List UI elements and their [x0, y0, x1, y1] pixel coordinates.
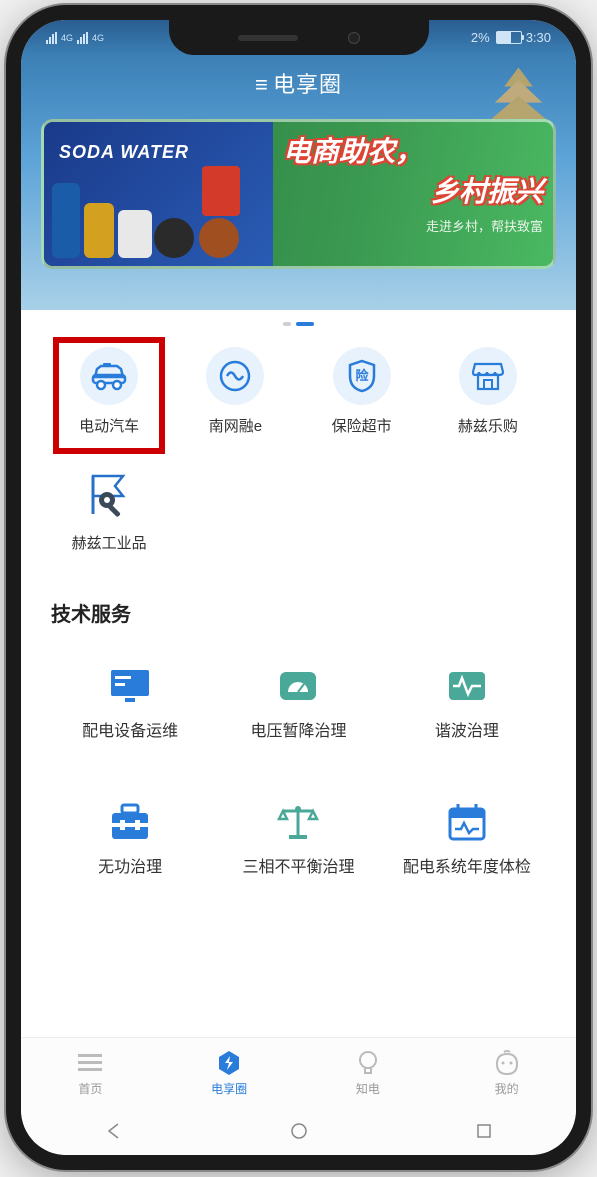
tab-label: 知电 [356, 1080, 380, 1097]
banner-pagination [21, 310, 576, 332]
bulb-icon [354, 1049, 382, 1077]
tab-label: 我的 [495, 1080, 519, 1097]
quick-icons-row-2: 赫兹工业品 [51, 466, 546, 553]
home-lines-icon [76, 1049, 104, 1077]
svg-text:险: 险 [355, 368, 369, 383]
monitor-icon [106, 662, 154, 710]
icon-label: 赫兹工业品 [72, 532, 147, 553]
status-left: 4G 4G [46, 32, 104, 44]
service-label: 无功治理 [98, 858, 162, 879]
nav-back-button[interactable] [103, 1120, 125, 1142]
service-label: 电压暂降治理 [250, 722, 346, 743]
signal-icon [46, 32, 57, 44]
status-right: 2% 3:30 [471, 30, 551, 45]
battery-percent: 2% [471, 30, 490, 45]
icon-label: 赫兹乐购 [458, 415, 518, 436]
scale-icon [274, 798, 322, 846]
signal-icon-2 [77, 32, 88, 44]
service-label: 配电系统年度体检 [403, 858, 531, 879]
tab-zhidian[interactable]: 知电 [299, 1038, 438, 1107]
service-three-phase[interactable]: 三相不平衡治理 [219, 798, 377, 879]
quick-icon-ev-car[interactable]: 电动汽车 [51, 347, 167, 436]
quick-icon-hertz-shop[interactable]: 赫兹乐购 [430, 347, 546, 436]
quick-icon-hertz-industrial[interactable]: 赫兹工业品 [51, 466, 167, 553]
shop-icon [459, 347, 517, 405]
car-icon [80, 347, 138, 405]
tab-dianxiangquan[interactable]: 电享圈 [160, 1038, 299, 1107]
toolbox-icon [106, 798, 154, 846]
service-label: 配电设备运维 [82, 722, 178, 743]
service-distribution-ops[interactable]: 配电设备运维 [51, 662, 209, 743]
tab-label: 首页 [78, 1080, 102, 1097]
service-harmonic[interactable]: 谐波治理 [388, 662, 546, 743]
soda-text: SODA WATER [59, 142, 189, 163]
notch [169, 20, 429, 55]
banner-subtitle: 走进乡村，帮扶致富 [283, 216, 543, 235]
quick-icon-nanwang[interactable]: 南网融e [177, 347, 293, 436]
swirl-icon [206, 347, 264, 405]
banner-title-2: 乡村振兴 [283, 170, 543, 210]
banner-text: 电商助农， 乡村振兴 走进乡村，帮扶致富 [273, 122, 553, 266]
page-dot-active[interactable] [296, 322, 314, 326]
service-annual-checkup[interactable]: 配电系统年度体检 [388, 798, 546, 879]
bolt-hex-icon [215, 1049, 243, 1077]
promo-banner[interactable]: SODA WATER 电商助农， 乡村振兴 走进乡村，帮扶致富 [41, 119, 556, 269]
service-voltage-sag[interactable]: 电压暂降治理 [219, 662, 377, 743]
status-time: 3:30 [526, 30, 551, 45]
gauge-icon [274, 662, 322, 710]
banner-title-1: 电商助农， [283, 130, 543, 170]
nav-home-button[interactable] [288, 1120, 310, 1142]
banner-products: SODA WATER [44, 122, 273, 266]
calendar-icon [443, 798, 491, 846]
icon-label: 保险超市 [332, 415, 392, 436]
notch-camera [348, 32, 360, 44]
tab-label: 电享圈 [211, 1080, 247, 1097]
icon-label: 电动汽车 [79, 415, 139, 436]
wave-icon [443, 662, 491, 710]
service-reactive-power[interactable]: 无功治理 [51, 798, 209, 879]
tab-home[interactable]: 首页 [21, 1038, 160, 1107]
service-grid: 配电设备运维 电压暂降治理 [51, 662, 546, 879]
face-icon [493, 1049, 521, 1077]
quick-icon-insurance[interactable]: 险 保险超市 [304, 347, 420, 436]
section-title-tech: 技术服务 [51, 598, 546, 627]
nav-recent-button[interactable] [473, 1120, 495, 1142]
service-label: 三相不平衡治理 [242, 858, 354, 879]
shield-icon: 险 [333, 347, 391, 405]
battery-icon [496, 31, 522, 44]
tab-bar: 首页 电享圈 知电 [21, 1037, 576, 1107]
android-nav-bar [21, 1107, 576, 1155]
service-label: 谐波治理 [435, 722, 499, 743]
phone-screen: 4G 4G 2% 3:30 [21, 20, 576, 1155]
notch-speaker [238, 35, 298, 41]
main-content: 电动汽车 南网融e 险 [21, 332, 576, 1037]
quick-icons-row-1: 电动汽车 南网融e 险 [51, 347, 546, 436]
icon-label: 南网融e [209, 415, 262, 436]
tool-flag-icon [81, 466, 137, 522]
tab-mine[interactable]: 我的 [437, 1038, 576, 1107]
page-dot[interactable] [283, 322, 291, 326]
hero-section: ≡ 电享圈 SODA WATER 电商助农， 乡村振兴 走进乡村，帮扶致富 [21, 55, 576, 310]
phone-frame: 4G 4G 2% 3:30 [6, 5, 591, 1170]
